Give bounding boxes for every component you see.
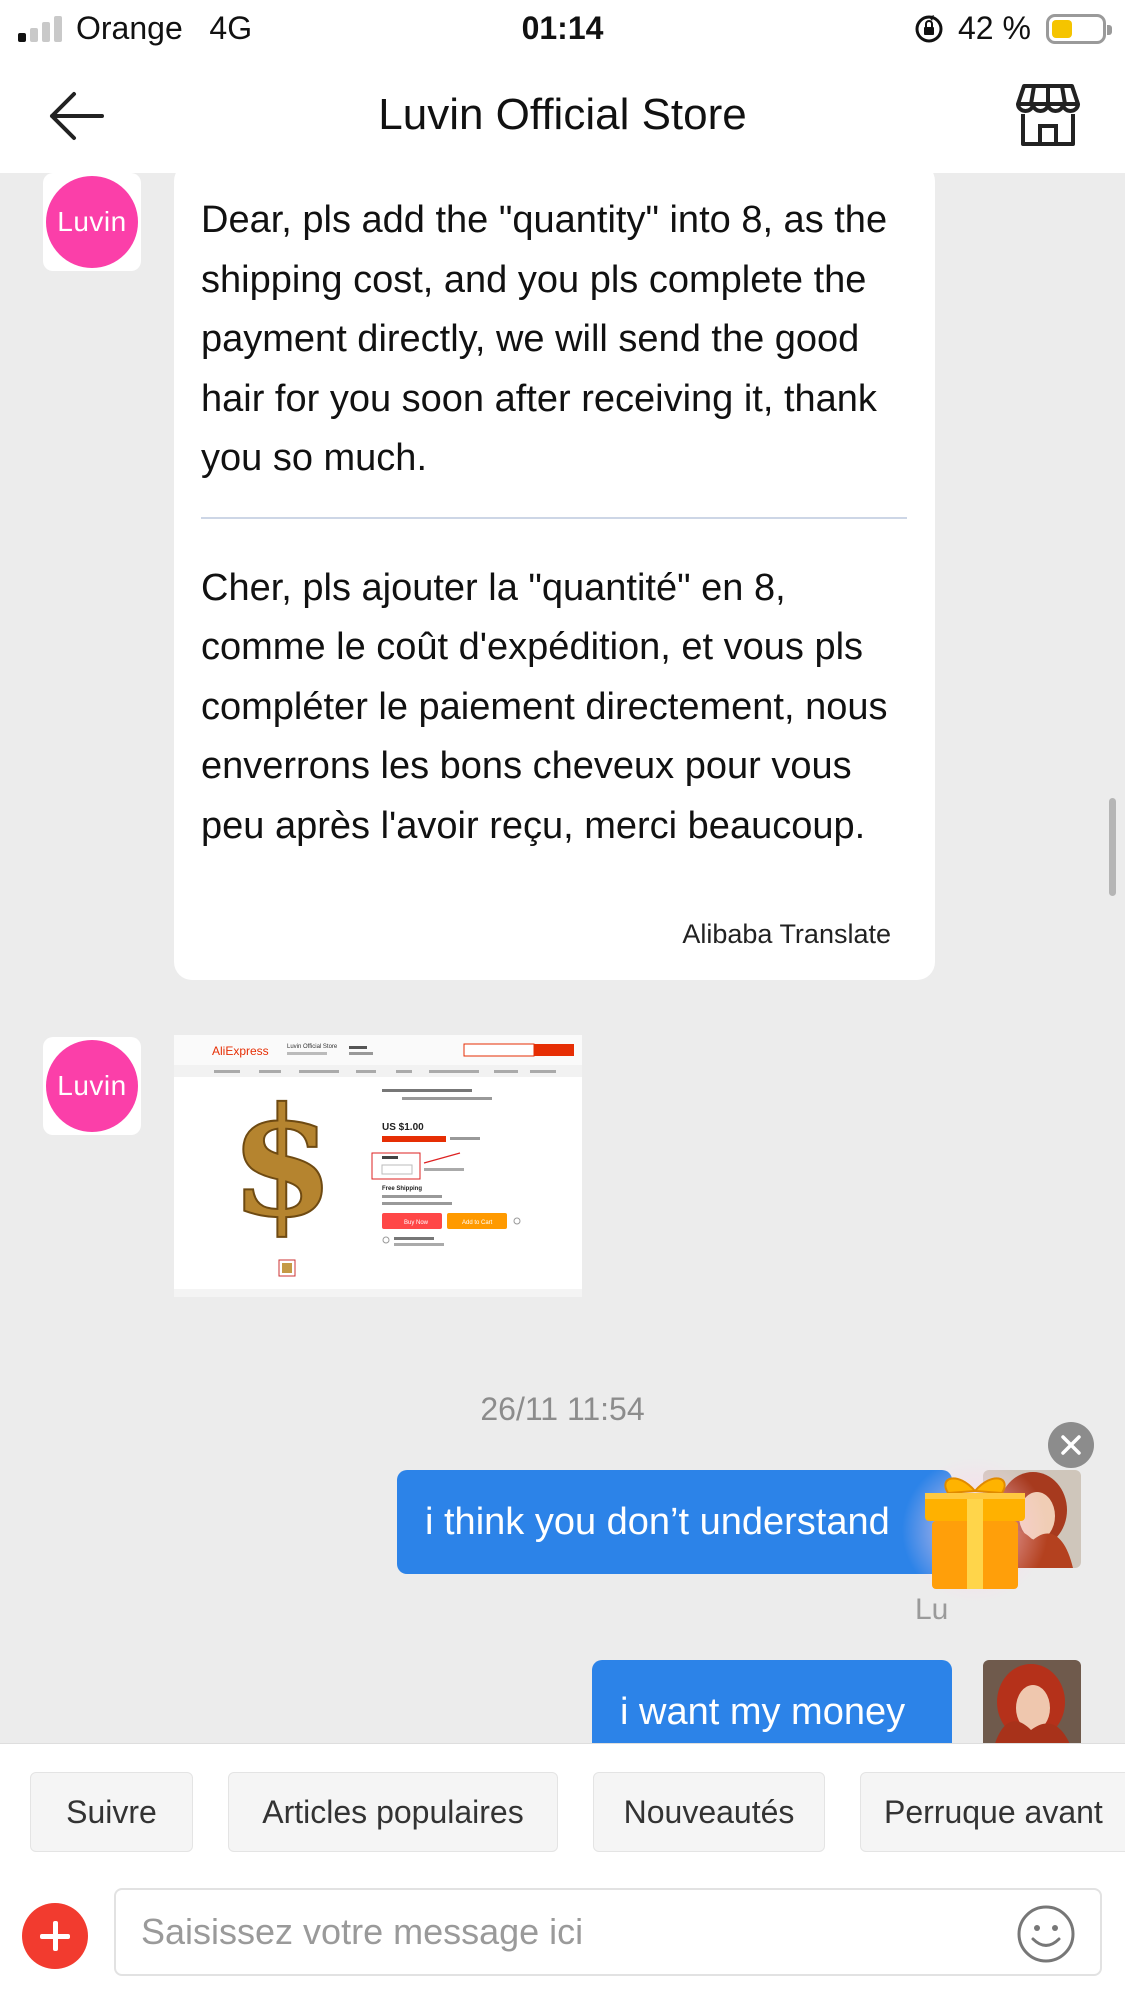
user-avatar[interactable] <box>983 1660 1081 1743</box>
quick-replies-bar: Suivre Articles populaires Nouveautés Pe… <box>0 1743 1125 1868</box>
preview-shipping: Free Shipping <box>382 1186 422 1192</box>
preview-store-name: Luvin Official Store <box>287 1044 338 1050</box>
store-avatar[interactable]: Luvin <box>43 173 141 271</box>
dollar-sign-image: $ <box>230 1075 334 1251</box>
plus-icon[interactable] <box>22 1903 88 1969</box>
quick-reply-new-arrivals[interactable]: Nouveautés <box>593 1772 825 1852</box>
gift-box-icon[interactable] <box>900 1455 1050 1605</box>
chat-messages[interactable]: Luvin Dear, pls add the "quantity" into … <box>0 173 1125 1743</box>
status-bar: Orange 4G 01:14 42 % <box>0 0 1125 60</box>
preview-buy-now: Buy Now <box>404 1220 429 1226</box>
status-time: 01:14 <box>521 10 604 46</box>
outgoing-message-bubble[interactable]: i want my money <box>592 1660 952 1743</box>
outgoing-message-text: i want my money <box>620 1690 906 1733</box>
battery-percent: 42 % <box>958 10 1031 46</box>
preview-price: US $1.00 <box>382 1122 424 1133</box>
incoming-message-bubble[interactable]: Dear, pls add the "quantity" into 8, as … <box>174 173 935 980</box>
battery-level-fill <box>1052 20 1072 38</box>
emoji-icon[interactable] <box>1016 1904 1076 1964</box>
product-screenshot-image[interactable]: AliExpress Luvin Official Store $ US $1.… <box>174 1035 582 1297</box>
rotation-lock-icon <box>915 15 943 43</box>
close-icon[interactable] <box>1048 1422 1094 1468</box>
battery-icon <box>1046 14 1112 44</box>
message-translated-text: Cher, pls ajouter la "quantité" en 8, co… <box>201 566 888 847</box>
page-title: Luvin Official Store <box>378 90 747 139</box>
outgoing-message-bubble[interactable]: i think you don’t understand <box>397 1470 952 1574</box>
aliexpress-logo: AliExpress <box>212 1044 269 1058</box>
quick-reply-follow[interactable]: Suivre <box>30 1772 193 1852</box>
translate-credit: Alibaba Translate <box>682 919 891 949</box>
outgoing-message-text: i think you don’t understand <box>425 1500 890 1543</box>
store-logo: Luvin <box>46 176 138 268</box>
message-timestamp: 26/11 11:54 <box>480 1391 645 1427</box>
store-logo: Luvin <box>46 1040 138 1132</box>
quick-reply-popular-items[interactable]: Articles populaires <box>228 1772 558 1852</box>
quick-reply-front-wig[interactable]: Perruque avant <box>860 1772 1125 1852</box>
chat-header: Luvin Official Store <box>0 60 1125 173</box>
message-input[interactable] <box>114 1888 1102 1976</box>
store-avatar[interactable]: Luvin <box>43 1037 141 1135</box>
message-original-text: Dear, pls add the "quantity" into 8, as … <box>201 199 888 479</box>
preview-add-to-cart: Add to Cart <box>462 1220 493 1226</box>
product-page-preview: AliExpress Luvin Official Store $ US $1.… <box>174 1035 582 1297</box>
storefront-icon[interactable] <box>1014 82 1082 148</box>
scrollbar[interactable] <box>1109 798 1116 896</box>
message-input-bar <box>0 1868 1125 2000</box>
user-avatar-image <box>983 1660 1081 1743</box>
translation-divider <box>201 516 907 519</box>
